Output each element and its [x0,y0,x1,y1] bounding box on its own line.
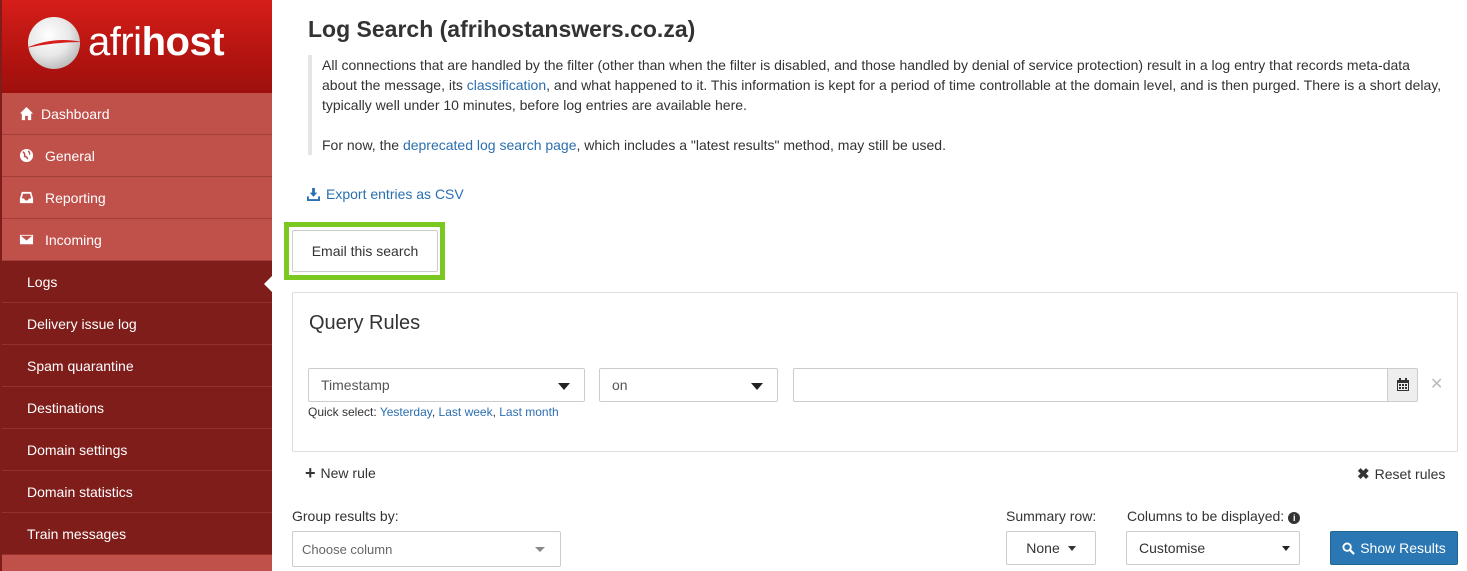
summary-row-label: Summary row: [1006,508,1097,524]
quick-last-week-link[interactable]: Last week [439,405,493,419]
classification-link[interactable]: classification [467,77,546,93]
query-rules-title: Query Rules [309,312,421,334]
show-results-button[interactable]: Show Results [1330,531,1458,565]
new-rule-label: New rule [320,465,376,481]
caret-down-icon [751,383,763,390]
page-title: Log Search (afrihostanswers.co.za) [308,16,696,42]
export-csv-link[interactable]: Export entries as CSV [307,186,464,202]
sidebar-item-label: General [45,147,95,164]
intro-blockquote: All connections that are handled by the … [308,55,1448,155]
sidebar: afrihost Dashboard General Reporting Inc… [0,0,273,571]
operator-select[interactable]: on [599,368,778,402]
columns-select[interactable]: Customise [1126,531,1300,565]
sidebar-item-label: Dashboard [41,105,110,122]
sidebar-item-label: Train messages [27,525,127,542]
quick-yesterday-link[interactable]: Yesterday [380,405,432,419]
show-results-label: Show Results [1360,540,1446,556]
quick-last-month-link[interactable]: Last month [499,405,558,419]
quick-select-label: Quick select: [308,405,377,419]
group-column-select[interactable]: Choose column [292,531,561,567]
intro-paragraph-deprecated: For now, the deprecated log search page,… [322,137,946,153]
calendar-button[interactable] [1387,368,1418,402]
quick-select: Quick select: Yesterday, Last week, Last… [308,405,559,419]
columns-displayed-label: Columns to be displayed: i [1127,508,1301,524]
logo-text: afrihost [88,20,225,64]
logo-swoosh-icon [26,40,82,48]
columns-select-value: Customise [1139,540,1206,556]
sidebar-item-label: Logs [27,273,58,290]
sidebar-item-spam-quarantine[interactable]: Spam quarantine [2,345,272,387]
summary-row-dropdown[interactable]: None [1006,531,1096,565]
sidebar-item-domain-settings[interactable]: Domain settings [2,429,272,471]
sidebar-item-train-messages[interactable]: Train messages [2,513,272,555]
sidebar-item-label: Reporting [45,189,106,206]
reset-rules-label: Reset rules [1374,466,1446,482]
reset-rules-button[interactable]: ✖ Reset rules [1357,465,1445,483]
sidebar-item-partial[interactable] [2,555,272,571]
plus-icon: + [305,463,316,483]
search-icon [1342,541,1356,555]
sidebar-item-logs[interactable]: Logs [2,261,272,303]
sidebar-item-label: Incoming [45,231,102,248]
email-this-search-button[interactable]: Email this search [292,230,438,272]
globe-icon [18,148,34,164]
export-csv-label: Export entries as CSV [326,186,464,202]
new-rule-button[interactable]: + New rule [305,463,376,483]
sidebar-item-incoming[interactable]: Incoming [2,219,272,261]
close-icon: ✖ [1357,466,1370,483]
sidebar-item-reporting[interactable]: Reporting [2,177,272,219]
sidebar-item-label: Spam quarantine [27,357,134,374]
query-rules-panel: Query Rules Timestamp on ✕ Quick select:… [292,292,1458,452]
sidebar-item-general[interactable]: General [2,135,272,177]
date-input[interactable] [793,368,1388,402]
info-icon[interactable]: i [1288,512,1301,524]
deprecated-log-search-link[interactable]: deprecated log search page [403,137,577,153]
field-select-value: Timestamp [321,377,390,393]
sidebar-item-label: Domain settings [27,441,128,458]
sidebar-item-label: Delivery issue log [27,315,137,332]
home-icon [18,106,34,122]
sidebar-item-label: Destinations [27,399,105,416]
download-icon [307,187,320,201]
sidebar-item-destinations[interactable]: Destinations [2,387,272,429]
envelope-icon [18,232,34,248]
remove-rule-icon[interactable]: ✕ [1430,374,1443,394]
summary-row-value: None [1026,540,1060,556]
brand-logo[interactable]: afrihost [2,0,272,93]
field-select[interactable]: Timestamp [308,368,585,402]
calendar-icon [1396,378,1409,391]
sidebar-item-dashboard[interactable]: Dashboard [2,93,272,135]
operator-select-value: on [612,377,628,393]
group-results-label: Group results by: [292,508,399,524]
inbox-icon [18,190,34,206]
caret-down-icon [535,547,545,552]
caret-down-icon [1067,545,1076,551]
sidebar-item-domain-statistics[interactable]: Domain statistics [2,471,272,513]
caret-down-icon [558,383,570,390]
intro-paragraph: All connections that are handled by the … [322,57,1442,113]
sidebar-item-delivery-issue-log[interactable]: Delivery issue log [2,303,272,345]
group-column-placeholder: Choose column [302,541,393,557]
sidebar-item-label: Domain statistics [27,483,133,500]
caret-down-icon [1282,546,1290,551]
active-item-caret-icon [264,275,273,293]
